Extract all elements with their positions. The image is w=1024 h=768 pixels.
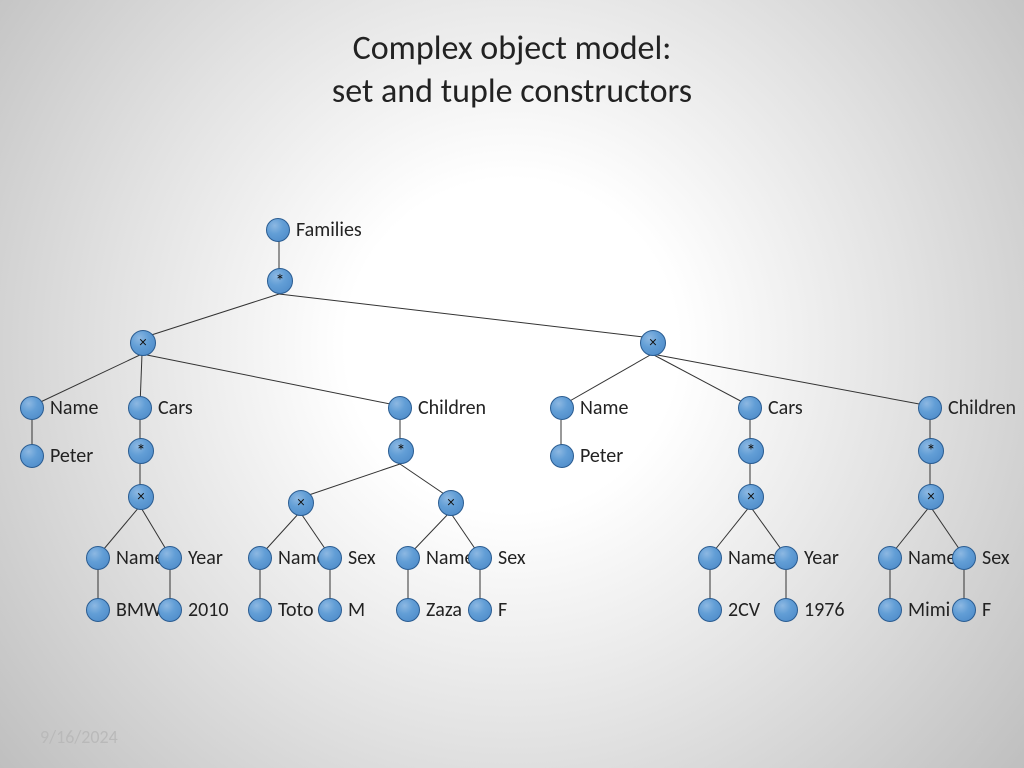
node-name: Name bbox=[550, 396, 628, 420]
op-set: * bbox=[128, 438, 154, 464]
circle-icon bbox=[86, 598, 110, 622]
circle-icon bbox=[550, 444, 574, 468]
leaf-toto: Toto bbox=[248, 598, 314, 622]
circle-icon bbox=[918, 396, 942, 420]
node-children: Children bbox=[388, 396, 486, 420]
footer-date: 9/16/2024 bbox=[40, 726, 118, 748]
attr-sex: Sex bbox=[318, 546, 376, 570]
attr-name: Name bbox=[396, 546, 474, 570]
circle-icon bbox=[388, 396, 412, 420]
leaf-mimi: Mimi bbox=[878, 598, 950, 622]
circle-icon bbox=[698, 546, 722, 570]
label-families: Families bbox=[296, 218, 362, 242]
tree-edges bbox=[0, 0, 1024, 768]
attr-year: Year bbox=[158, 546, 223, 570]
circle-icon bbox=[266, 218, 290, 242]
circle-icon bbox=[86, 546, 110, 570]
circle-icon bbox=[774, 546, 798, 570]
circle-icon bbox=[20, 396, 44, 420]
node-families: Families bbox=[266, 218, 362, 242]
circle-icon bbox=[878, 598, 902, 622]
attr-year: Year bbox=[774, 546, 839, 570]
circle-icon bbox=[158, 546, 182, 570]
op-tuple: × bbox=[438, 490, 464, 516]
node-name: Name bbox=[20, 396, 98, 420]
leaf-peter: Peter bbox=[550, 444, 623, 468]
leaf-f: F bbox=[952, 598, 991, 622]
circle-icon bbox=[878, 546, 902, 570]
attr-sex: Sex bbox=[952, 546, 1010, 570]
leaf-m: M bbox=[318, 598, 365, 622]
leaf-1976: 1976 bbox=[774, 598, 845, 622]
circle-icon bbox=[20, 444, 44, 468]
leaf-2cv: 2CV bbox=[698, 598, 760, 622]
circle-icon bbox=[318, 598, 342, 622]
op-set: * bbox=[738, 438, 764, 464]
op-tuple: × bbox=[130, 330, 156, 356]
attr-name: Name bbox=[248, 546, 326, 570]
circle-icon bbox=[396, 598, 420, 622]
circle-icon bbox=[248, 598, 272, 622]
circle-icon bbox=[550, 396, 574, 420]
circle-icon bbox=[774, 598, 798, 622]
leaf-bmw: BMW bbox=[86, 598, 162, 622]
circle-icon bbox=[128, 396, 152, 420]
op-tuple: × bbox=[288, 490, 314, 516]
op-tuple: × bbox=[640, 330, 666, 356]
attr-name: Name bbox=[698, 546, 776, 570]
op-set: * bbox=[388, 438, 414, 464]
op-set: * bbox=[918, 438, 944, 464]
node-cars: Cars bbox=[738, 396, 803, 420]
circle-icon bbox=[248, 546, 272, 570]
footer-page: 2 bbox=[975, 726, 984, 748]
leaf-peter: Peter bbox=[20, 444, 93, 468]
circle-icon bbox=[318, 546, 342, 570]
op-tuple: × bbox=[738, 484, 764, 510]
op-set: * bbox=[267, 268, 293, 294]
attr-name: Name bbox=[878, 546, 956, 570]
attr-sex: Sex bbox=[468, 546, 526, 570]
circle-icon bbox=[396, 546, 420, 570]
circle-icon bbox=[738, 396, 762, 420]
circle-icon bbox=[698, 598, 722, 622]
node-cars: Cars bbox=[128, 396, 193, 420]
circle-icon bbox=[468, 598, 492, 622]
attr-name: Name bbox=[86, 546, 164, 570]
op-tuple: × bbox=[918, 484, 944, 510]
circle-icon bbox=[158, 598, 182, 622]
leaf-2010: 2010 bbox=[158, 598, 229, 622]
node-children: Children bbox=[918, 396, 1016, 420]
op-tuple: × bbox=[128, 484, 154, 510]
circle-icon bbox=[952, 546, 976, 570]
leaf-f: F bbox=[468, 598, 507, 622]
circle-icon bbox=[468, 546, 492, 570]
leaf-zaza: Zaza bbox=[396, 598, 462, 622]
circle-icon bbox=[952, 598, 976, 622]
